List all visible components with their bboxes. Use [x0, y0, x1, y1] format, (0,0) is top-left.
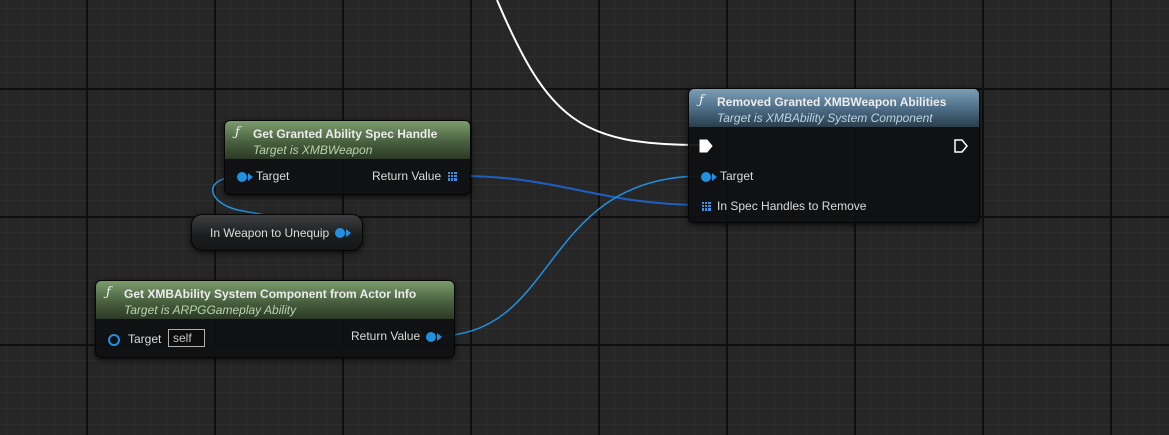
function-icon: ƒ: [106, 285, 111, 300]
node-title: Removed Granted XMBWeapon Abilities: [717, 95, 947, 109]
node-in-weapon-to-unequip[interactable]: In Weapon to Unequip: [191, 214, 363, 251]
target-pin-label: Target: [256, 169, 290, 183]
target-default-value[interactable]: self: [168, 329, 205, 347]
wire-layer: [212, 0, 704, 337]
target-pin-label: Target: [128, 332, 162, 346]
spec-handles-wire: [459, 175, 704, 206]
asc-to-target-wire: [436, 175, 704, 337]
node-header: ƒ Get XMBAbility System Component from A…: [96, 281, 454, 319]
array-pin-icon[interactable]: [448, 172, 457, 181]
return-value-label: Return Value: [351, 329, 421, 343]
node-subtitle: Target is ARPGGameplay Ability: [124, 303, 297, 317]
target-pin[interactable]: [701, 172, 711, 182]
exec-wire: [496, 0, 701, 146]
node-title: Get XMBAbility System Component from Act…: [124, 287, 417, 301]
target-pin-label: Target: [720, 169, 754, 183]
node-removed-granted-weapon-abilities[interactable]: ƒ Removed Granted XMBWeapon Abilities Ta…: [688, 88, 980, 223]
pin-arrow-icon: [437, 333, 442, 341]
exec-in-icon[interactable]: [699, 139, 713, 153]
node-get-granted-ability-spec-handle[interactable]: ƒ Get Granted Ability Spec Handle Target…: [224, 120, 471, 195]
node-subtitle: Target is XMBAbility System Component: [717, 111, 933, 125]
pin-arrow-icon: [712, 173, 717, 181]
node-get-asc-from-actor-info[interactable]: ƒ Get XMBAbility System Component from A…: [95, 280, 455, 358]
pin-arrow-icon: [248, 173, 253, 181]
target-pin[interactable]: [108, 334, 120, 346]
node-header: ƒ Get Granted Ability Spec Handle Target…: [225, 121, 470, 159]
spec-handles-pin-label: In Spec Handles to Remove: [717, 199, 867, 213]
node-title: Get Granted Ability Spec Handle: [253, 127, 438, 141]
node-subtitle: Target is XMBWeapon: [253, 143, 373, 157]
object-pin-icon[interactable]: [426, 332, 436, 342]
function-icon: ƒ: [235, 125, 240, 140]
exec-out-icon[interactable]: [954, 139, 968, 153]
array-pin-icon[interactable]: [702, 202, 711, 211]
return-value-label: Return Value: [372, 169, 442, 183]
object-pin-icon[interactable]: [335, 228, 345, 238]
pin-arrow-icon: [346, 229, 351, 237]
function-icon: ƒ: [699, 93, 704, 108]
node-header: ƒ Removed Granted XMBWeapon Abilities Ta…: [689, 89, 979, 127]
target-pin[interactable]: [237, 172, 247, 182]
variable-label: In Weapon to Unequip: [210, 226, 330, 240]
